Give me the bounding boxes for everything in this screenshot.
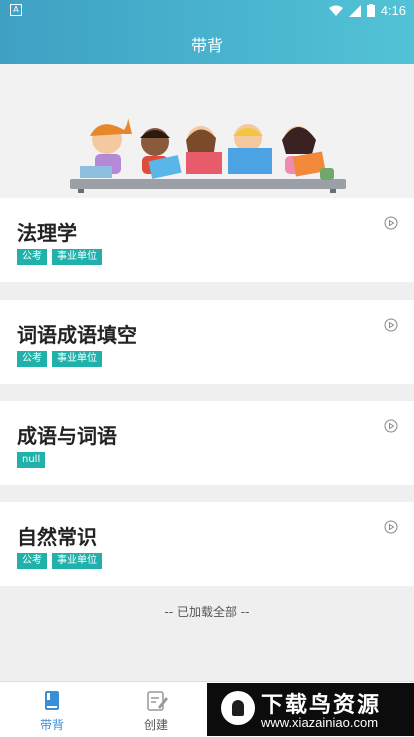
list-end-message: -- 已加载全部 -- xyxy=(164,605,250,619)
tag-badge: 公考 xyxy=(17,553,47,569)
list-item[interactable]: 词语成语填空 公考 事业单位 xyxy=(0,300,414,384)
item-title: 法理学 xyxy=(17,221,77,245)
tag-badge: 公考 xyxy=(17,249,47,265)
play-icon[interactable] xyxy=(384,520,398,534)
signal-icon xyxy=(348,4,361,17)
play-icon[interactable] xyxy=(384,318,398,332)
kids-reading-illustration xyxy=(70,118,346,193)
tag-badge: 事业单位 xyxy=(52,351,102,367)
book-icon xyxy=(45,691,59,710)
tag-badge: 事业单位 xyxy=(52,249,102,265)
edit-icon xyxy=(147,691,168,711)
tab-create[interactable]: 创建 xyxy=(104,682,208,737)
battery-icon xyxy=(366,4,375,17)
tab-beibei[interactable]: 带背 xyxy=(0,682,104,737)
item-title: 词语成语填空 xyxy=(17,323,137,347)
tab-label: 带背 xyxy=(39,718,64,732)
page-title: 带背 xyxy=(190,36,223,55)
tag-badge: null xyxy=(17,452,46,468)
app-header: A 4:16 带背 xyxy=(0,0,414,64)
wifi-icon xyxy=(328,5,343,16)
notification-icon: A xyxy=(10,4,22,16)
list-item[interactable]: 成语与词语 null xyxy=(0,401,414,485)
banner-illustration xyxy=(0,64,414,198)
play-icon[interactable] xyxy=(384,419,398,433)
item-title: 成语与词语 xyxy=(17,424,117,448)
watermark-url: www.xiazainiao.com xyxy=(261,715,379,730)
list-item[interactable]: 自然常识 公考 事业单位 xyxy=(0,502,414,586)
tab-label: 创建 xyxy=(143,718,168,732)
status-bar: A 4:16 xyxy=(0,0,414,22)
play-icon[interactable] xyxy=(384,216,398,230)
bird-logo-icon xyxy=(221,691,255,725)
tag-badge: 公考 xyxy=(17,351,47,367)
status-time: 4:16 xyxy=(380,3,406,18)
item-title: 自然常识 xyxy=(17,525,97,549)
tag-badge: 事业单位 xyxy=(52,553,102,569)
list-item[interactable]: 法理学 公考 事业单位 xyxy=(0,198,414,282)
watermark-overlay: 下载鸟资源 www.xiazainiao.com xyxy=(207,683,414,736)
